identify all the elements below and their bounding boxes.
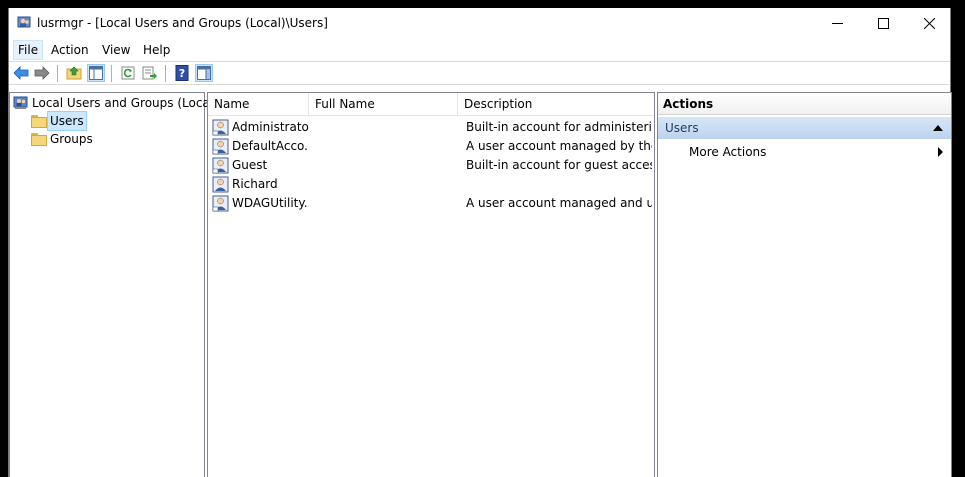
export-list-button[interactable] xyxy=(141,64,159,82)
show-hide-action-pane-button[interactable] xyxy=(195,64,213,82)
user-icon xyxy=(212,176,229,193)
user-name: Richard xyxy=(232,177,278,191)
up-folder-icon xyxy=(66,66,82,80)
user-name: WDAGUtility... xyxy=(232,196,309,210)
user-description: Built-in account for administering... xyxy=(466,120,652,134)
table-row[interactable]: Administrator Built-in account for admin… xyxy=(208,118,654,137)
actions-header: Actions xyxy=(658,93,951,115)
maximize-button[interactable] xyxy=(860,8,906,39)
minimize-icon xyxy=(831,23,843,24)
users-app-icon xyxy=(17,16,31,28)
help-icon: ? xyxy=(175,65,189,81)
menu-file[interactable]: File xyxy=(13,40,44,60)
user-description: A user account managed by the s... xyxy=(466,139,652,153)
window-title: lusrmgr - [Local Users and Groups (Local… xyxy=(37,16,328,30)
tree-root[interactable]: Local Users and Groups (Local) xyxy=(13,94,221,112)
table-row[interactable]: Guest Built-in account for guest access … xyxy=(208,156,654,175)
export-list-icon xyxy=(142,66,157,80)
user-name: Administrator xyxy=(232,120,309,134)
table-row[interactable]: WDAGUtility... A user account managed an… xyxy=(208,194,654,213)
forward-button[interactable] xyxy=(33,64,51,82)
menu-action[interactable]: Action xyxy=(47,41,93,59)
user-description: Built-in account for guest access t... xyxy=(466,158,652,172)
tree-item-groups-label: Groups xyxy=(50,132,93,146)
up-one-level-button[interactable] xyxy=(65,64,83,82)
show-hide-action-pane-icon xyxy=(197,66,211,80)
svg-text:?: ? xyxy=(179,67,185,80)
user-description: A user account managed and use... xyxy=(466,196,652,210)
user-name: DefaultAcco... xyxy=(232,139,309,153)
tree-item-users[interactable]: Users xyxy=(31,111,87,131)
back-button[interactable] xyxy=(12,64,30,82)
refresh-icon xyxy=(121,66,135,80)
actions-section-users[interactable]: Users xyxy=(658,117,951,139)
folder-icon xyxy=(31,114,47,128)
back-arrow-icon xyxy=(13,66,29,80)
list-header: Name Full Name Description xyxy=(208,93,654,116)
menu-view[interactable]: View xyxy=(98,41,134,59)
minimize-button[interactable] xyxy=(814,8,860,39)
folder-icon xyxy=(31,132,47,146)
user-icon xyxy=(212,119,229,136)
local-users-groups-icon xyxy=(13,96,28,109)
mmc-window: lusrmgr - [Local Users and Groups (Local… xyxy=(8,8,952,477)
more-actions-label: More Actions xyxy=(689,145,767,159)
user-icon xyxy=(212,138,229,155)
show-hide-console-tree-icon xyxy=(89,66,103,80)
refresh-button[interactable] xyxy=(119,64,137,82)
close-button[interactable] xyxy=(906,8,952,39)
collapse-icon xyxy=(933,125,943,131)
console-tree[interactable]: Local Users and Groups (Local) Users Gro… xyxy=(9,92,218,477)
tree-root-label: Local Users and Groups (Local) xyxy=(32,96,218,110)
forward-arrow-icon xyxy=(34,66,50,80)
close-icon xyxy=(923,18,935,29)
column-header-name[interactable]: Name xyxy=(208,93,309,115)
user-name: Guest xyxy=(232,158,268,172)
table-row[interactable]: Richard xyxy=(208,175,654,194)
column-header-description[interactable]: Description xyxy=(458,93,656,115)
toolbar: ? xyxy=(9,61,950,85)
maximize-icon xyxy=(877,18,889,29)
tree-item-users-label: Users xyxy=(47,111,87,131)
user-icon xyxy=(212,157,229,174)
actions-section-label: Users xyxy=(665,121,699,135)
title-bar[interactable]: lusrmgr - [Local Users and Groups (Local… xyxy=(9,8,950,39)
menu-help[interactable]: Help xyxy=(139,41,174,59)
show-hide-console-tree-button[interactable] xyxy=(87,64,105,82)
help-button[interactable]: ? xyxy=(173,64,191,82)
table-row[interactable]: DefaultAcco... A user account managed by… xyxy=(208,137,654,156)
more-actions-item[interactable]: More Actions xyxy=(658,141,951,163)
submenu-arrow-icon xyxy=(938,147,943,157)
tree-item-groups[interactable]: Groups xyxy=(31,130,96,148)
users-list-view[interactable]: Name Full Name Description Administrator… xyxy=(207,92,655,477)
menu-bar: File Action View Help xyxy=(9,39,950,61)
user-icon xyxy=(212,195,229,212)
column-header-full-name[interactable]: Full Name xyxy=(309,93,458,115)
actions-pane: Actions Users More Actions xyxy=(657,92,952,477)
